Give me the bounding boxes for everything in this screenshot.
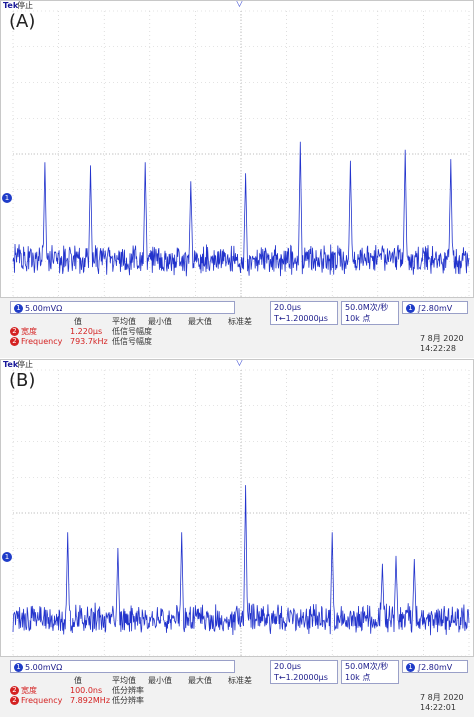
meas-value: 793.7kHz	[70, 337, 108, 346]
channel-2-icon: 2	[10, 686, 19, 695]
meas-row[interactable]: 2 宽度	[10, 686, 37, 696]
meas-note: 低信号幅度	[112, 337, 152, 346]
meas-row[interactable]: 2 Frequency	[10, 337, 62, 347]
trigger-channel-icon: 1	[406, 663, 415, 672]
measurement-readout: 1 5.00mVΩ 20.0µs T←1.20000µs 50.0M次/秒 10k…	[0, 298, 474, 358]
capture-time: 14:22:01	[420, 703, 456, 712]
record-length: 10k 点	[345, 673, 371, 682]
capture-date: 7 8月 2020	[420, 693, 464, 702]
trigger-level: 2.80mV	[421, 663, 453, 672]
measurement-readout: 1 5.00mVΩ 20.0µs T←1.20000µs 50.0M次/秒 10k…	[0, 657, 474, 717]
timebase-box[interactable]: 20.0µs T←1.20000µs	[270, 301, 338, 325]
meas-value: 100.0ns	[70, 686, 103, 695]
trigger-position-icon[interactable]: ▽	[236, 1, 243, 9]
waveform-plot	[12, 369, 470, 656]
capture-date: 7 8月 2020	[420, 334, 464, 343]
timebase: 20.0µs	[274, 662, 302, 671]
meas-note: 低分辨率	[112, 686, 144, 695]
acquisition-box[interactable]: 50.0M次/秒 10k 点	[341, 301, 399, 325]
meas-note: 低信号幅度	[112, 327, 152, 336]
meas-header-max: 最大值	[188, 317, 212, 326]
meas-header-min: 最小值	[148, 676, 172, 685]
channel-1-icon: 1	[14, 304, 23, 313]
meas-header-std: 标准差	[228, 317, 252, 326]
panel-label: (A)	[9, 11, 36, 32]
meas-name: 宽度	[21, 327, 37, 336]
ch1-scale-box[interactable]: 1 5.00mVΩ	[10, 660, 235, 673]
meas-row[interactable]: 2 Frequency	[10, 696, 62, 706]
timebase: 20.0µs	[274, 303, 302, 312]
scope-status-bar: Tek 停止 ▽	[1, 1, 473, 10]
channel-2-icon: 2	[10, 327, 19, 336]
meas-name: Frequency	[21, 337, 63, 346]
trigger-position-icon[interactable]: ▽	[236, 360, 243, 368]
run-state: 停止	[17, 1, 33, 10]
trigger-pos-icon: T←	[274, 673, 286, 682]
meas-value: 7.892MHz	[70, 696, 111, 705]
channel-1-marker[interactable]: 1	[2, 193, 12, 203]
run-state: 停止	[17, 360, 33, 369]
scope-status-bar: Tek 停止 ▽	[1, 360, 473, 369]
meas-header-mean: 平均值	[112, 317, 136, 326]
meas-value: 1.220µs	[70, 327, 103, 336]
meas-name: Frequency	[21, 696, 63, 705]
ch1-scale: 5.00mVΩ	[25, 663, 63, 672]
channel-1-icon: 1	[14, 663, 23, 672]
meas-header-value: 值	[74, 676, 82, 685]
sample-rate: 50.0M次/秒	[345, 662, 389, 671]
trigger-pos-icon: T←	[274, 314, 286, 323]
meas-header-value: 值	[74, 317, 82, 326]
trigger-pos: 1.20000µs	[285, 314, 328, 323]
timebase-box[interactable]: 20.0µs T←1.20000µs	[270, 660, 338, 684]
sample-rate: 50.0M次/秒	[345, 303, 389, 312]
signal-trace	[12, 485, 470, 636]
channel-1-marker[interactable]: 1	[2, 552, 12, 562]
meas-name: 宽度	[21, 686, 37, 695]
meas-header-std: 标准差	[228, 676, 252, 685]
record-length: 10k 点	[345, 314, 371, 323]
capture-time: 14:22:28	[420, 344, 456, 353]
scope-panel-a: Tek 停止 ▽ (A) 1 1 5.00mVΩ 20.0µs T←1.20000…	[0, 0, 474, 358]
meas-row[interactable]: 2 宽度	[10, 327, 37, 337]
meas-header-mean: 平均值	[112, 676, 136, 685]
acquisition-box[interactable]: 50.0M次/秒 10k 点	[341, 660, 399, 684]
ch1-scale-box[interactable]: 1 5.00mVΩ	[10, 301, 235, 314]
waveform-screen: Tek 停止 ▽ (A) 1	[0, 0, 474, 298]
waveform-screen: Tek 停止 ▽ (B) 1	[0, 359, 474, 657]
trigger-box[interactable]: 1 ∫2.80mV	[402, 301, 468, 314]
meas-note: 低分辨率	[112, 696, 144, 705]
trigger-box[interactable]: 1 ∫2.80mV	[402, 660, 468, 673]
channel-2-icon: 2	[10, 696, 19, 705]
scope-panel-b: Tek 停止 ▽ (B) 1 1 5.00mVΩ 20.0µs T←1.20000…	[0, 359, 474, 717]
ch1-scale: 5.00mVΩ	[25, 304, 63, 313]
meas-header-max: 最大值	[188, 676, 212, 685]
trigger-channel-icon: 1	[406, 304, 415, 313]
panel-label: (B)	[9, 370, 36, 391]
meas-header-min: 最小值	[148, 317, 172, 326]
brand-label: Tek	[3, 360, 19, 369]
waveform-plot	[12, 10, 470, 297]
trigger-level: 2.80mV	[421, 304, 453, 313]
brand-label: Tek	[3, 1, 19, 10]
trigger-pos: 1.20000µs	[285, 673, 328, 682]
channel-2-icon: 2	[10, 337, 19, 346]
